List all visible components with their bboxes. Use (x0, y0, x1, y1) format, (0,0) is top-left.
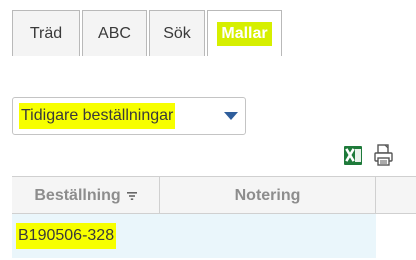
column-header-spacer (376, 177, 416, 214)
tab-abc[interactable]: ABC (82, 10, 147, 56)
orders-table: Beställning Notering B190506-328 (12, 176, 416, 260)
table-header: Beställning Notering (12, 176, 416, 214)
order-number-cell: B190506-328 (16, 223, 117, 249)
order-history-select[interactable]: Tidigare beställningar (12, 97, 246, 135)
select-value: Tidigare beställningar (19, 103, 176, 129)
sort-filter-icon (126, 191, 137, 200)
column-header-note[interactable]: Notering (160, 177, 376, 214)
tab-bar: Träd ABC Sök Mallar (12, 10, 284, 56)
column-header-order[interactable]: Beställning (12, 177, 160, 214)
tab-trad-label: Träd (29, 24, 63, 42)
printer-icon-graphic (374, 144, 393, 166)
tab-sok-label: Sök (163, 24, 191, 42)
tab-trad[interactable]: Träd (12, 10, 80, 56)
column-header-order-label: Beställning (34, 186, 121, 204)
excel-export-icon[interactable] (343, 143, 363, 167)
chevron-down-icon (224, 112, 238, 120)
tab-mallar-label: Mallar (217, 21, 272, 46)
tab-sok[interactable]: Sök (149, 10, 205, 56)
tab-abc-label: ABC (98, 24, 131, 42)
table-row[interactable]: B190506-328 (12, 214, 376, 258)
column-header-note-label: Notering (234, 186, 301, 204)
orders-panel: Träd ABC Sök Mallar Tidigare beställning… (0, 0, 416, 260)
excel-icon-graphic (344, 146, 362, 165)
tab-mallar[interactable]: Mallar (207, 10, 282, 56)
print-icon[interactable] (373, 143, 393, 167)
